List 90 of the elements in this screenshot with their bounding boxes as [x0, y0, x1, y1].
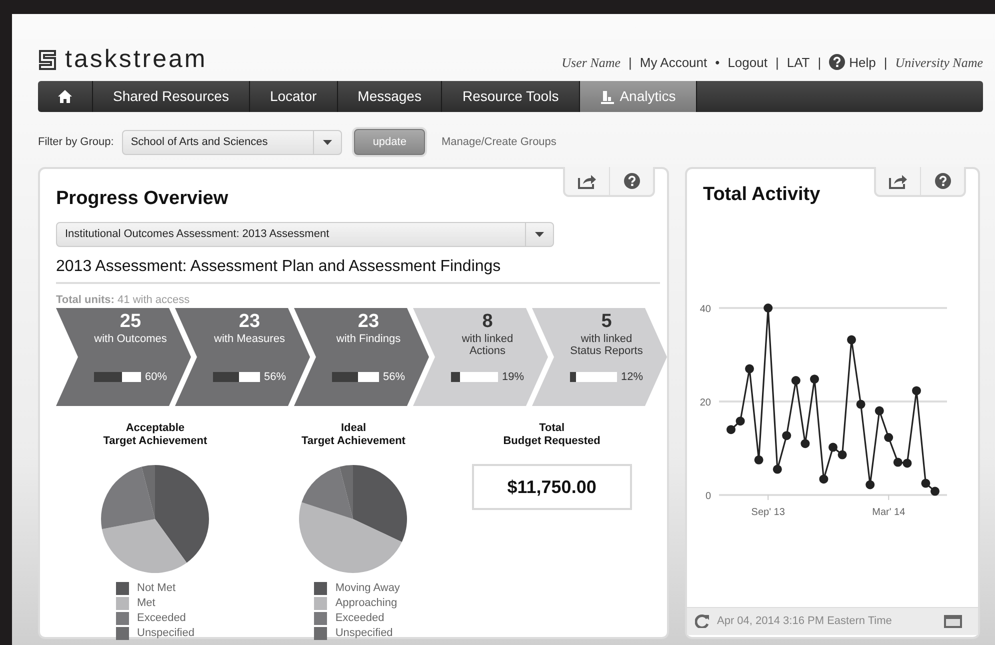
axis-label: 20 [700, 397, 711, 408]
help-link[interactable]: Help [829, 52, 876, 72]
separator: • [715, 54, 720, 72]
data-point [893, 457, 902, 466]
percent-text: 56% [382, 370, 406, 383]
step-count: 25 [120, 312, 142, 333]
legend-label: Exceeded [335, 612, 384, 626]
filter-label: Filter by Group: [38, 134, 114, 150]
data-point [856, 399, 866, 408]
step-count: 23 [358, 312, 380, 333]
caret-icon [322, 140, 332, 144]
data-point [902, 458, 912, 468]
logo-text: taskstream [65, 47, 208, 72]
data-point [754, 454, 764, 464]
data-point [866, 480, 875, 489]
help-icon [829, 54, 846, 70]
nav-tab[interactable]: Shared Resources [93, 81, 250, 112]
data-point [800, 438, 810, 448]
axis-label: Sep' 13 [751, 506, 785, 518]
help-icon [624, 173, 640, 189]
card-title: Total Activity [703, 183, 820, 207]
group-dropdown[interactable]: School of Arts and Sciences [122, 130, 342, 154]
step-count: 5 [601, 312, 612, 333]
legend-label: Unspecified [335, 627, 393, 640]
legend-label: Met [137, 597, 156, 610]
data-point [764, 303, 773, 312]
updated-time: Apr 04, 2014 3:16 PM Eastern Time [717, 614, 893, 630]
nav-tab[interactable]: Locator [250, 81, 338, 112]
share-icon [889, 174, 907, 188]
units-text: Total units: 41 with access [56, 292, 191, 308]
name-text: University Name [895, 54, 983, 72]
data-point [791, 376, 800, 384]
data-point [847, 334, 856, 344]
separator: | [818, 54, 822, 72]
section-heading: 2013 Assessment: Assessment Plan and Assessment Findings [56, 254, 660, 284]
axis-label: Mar' 14 [872, 506, 906, 518]
data-point [828, 442, 838, 452]
separator: | [884, 54, 888, 72]
data-point [745, 364, 754, 373]
data-point [819, 474, 828, 484]
legend-label: Exceeded [137, 612, 186, 626]
data-point [736, 416, 745, 426]
step-label: with Outcomes [94, 332, 167, 347]
percent-text: 56% [264, 370, 286, 383]
data-point [930, 486, 940, 496]
data-point [838, 450, 847, 459]
data-point [810, 374, 819, 384]
step-label: with Findings [336, 332, 401, 347]
window-icon [944, 614, 962, 628]
manage-groups-link[interactable]: Manage/Create Groups [441, 134, 556, 150]
step-label: with linked Status Reports [569, 332, 644, 359]
share-icon [578, 174, 596, 188]
card-title: Progress Overview [56, 187, 230, 211]
header-link[interactable]: LAT [786, 52, 810, 72]
data-point [912, 386, 921, 395]
name-text: User Name [562, 54, 621, 72]
axis-label: 0 [705, 490, 711, 502]
legend-label: Approaching [335, 597, 398, 610]
data-point [874, 406, 884, 415]
refresh-icon [695, 614, 709, 628]
header-link[interactable]: Logout [728, 52, 768, 72]
percent-text: 60% [144, 370, 168, 383]
legend-label: Not Met [137, 582, 176, 596]
step-label: with Measures [214, 332, 285, 347]
data-point [884, 432, 894, 442]
separator: | [628, 54, 632, 72]
budget-amount: $11,750.00 [472, 464, 632, 510]
step-count: 23 [238, 312, 260, 333]
separator: | [775, 54, 779, 72]
percent-text: 12% [620, 370, 644, 383]
caret-icon [535, 232, 544, 236]
legend-label: Moving Away [335, 582, 400, 596]
assessment-dropdown[interactable]: Institutional Outcomes Assessment: 2013 Assessment [56, 222, 554, 246]
axis-label: 40 [700, 304, 711, 314]
header-link[interactable]: My Account [640, 52, 708, 72]
data-point [772, 464, 782, 474]
data-point [726, 424, 736, 434]
home-icon [58, 90, 72, 103]
step-count: 8 [482, 312, 493, 333]
step-label: with linked Actions [460, 332, 514, 359]
help-icon [934, 173, 950, 189]
percent-text: 19% [502, 370, 524, 383]
budget-title: Total Budget Requested [503, 422, 600, 448]
chart-title: Acceptable Target Achievement [103, 422, 208, 448]
data-point [782, 430, 792, 440]
nav-tab[interactable]: Messages [338, 81, 442, 112]
legend-label: Unspecified [137, 627, 194, 640]
data-point [921, 478, 930, 488]
logo-icon [38, 48, 57, 70]
chart-title: Ideal Target Achievement [302, 422, 406, 448]
